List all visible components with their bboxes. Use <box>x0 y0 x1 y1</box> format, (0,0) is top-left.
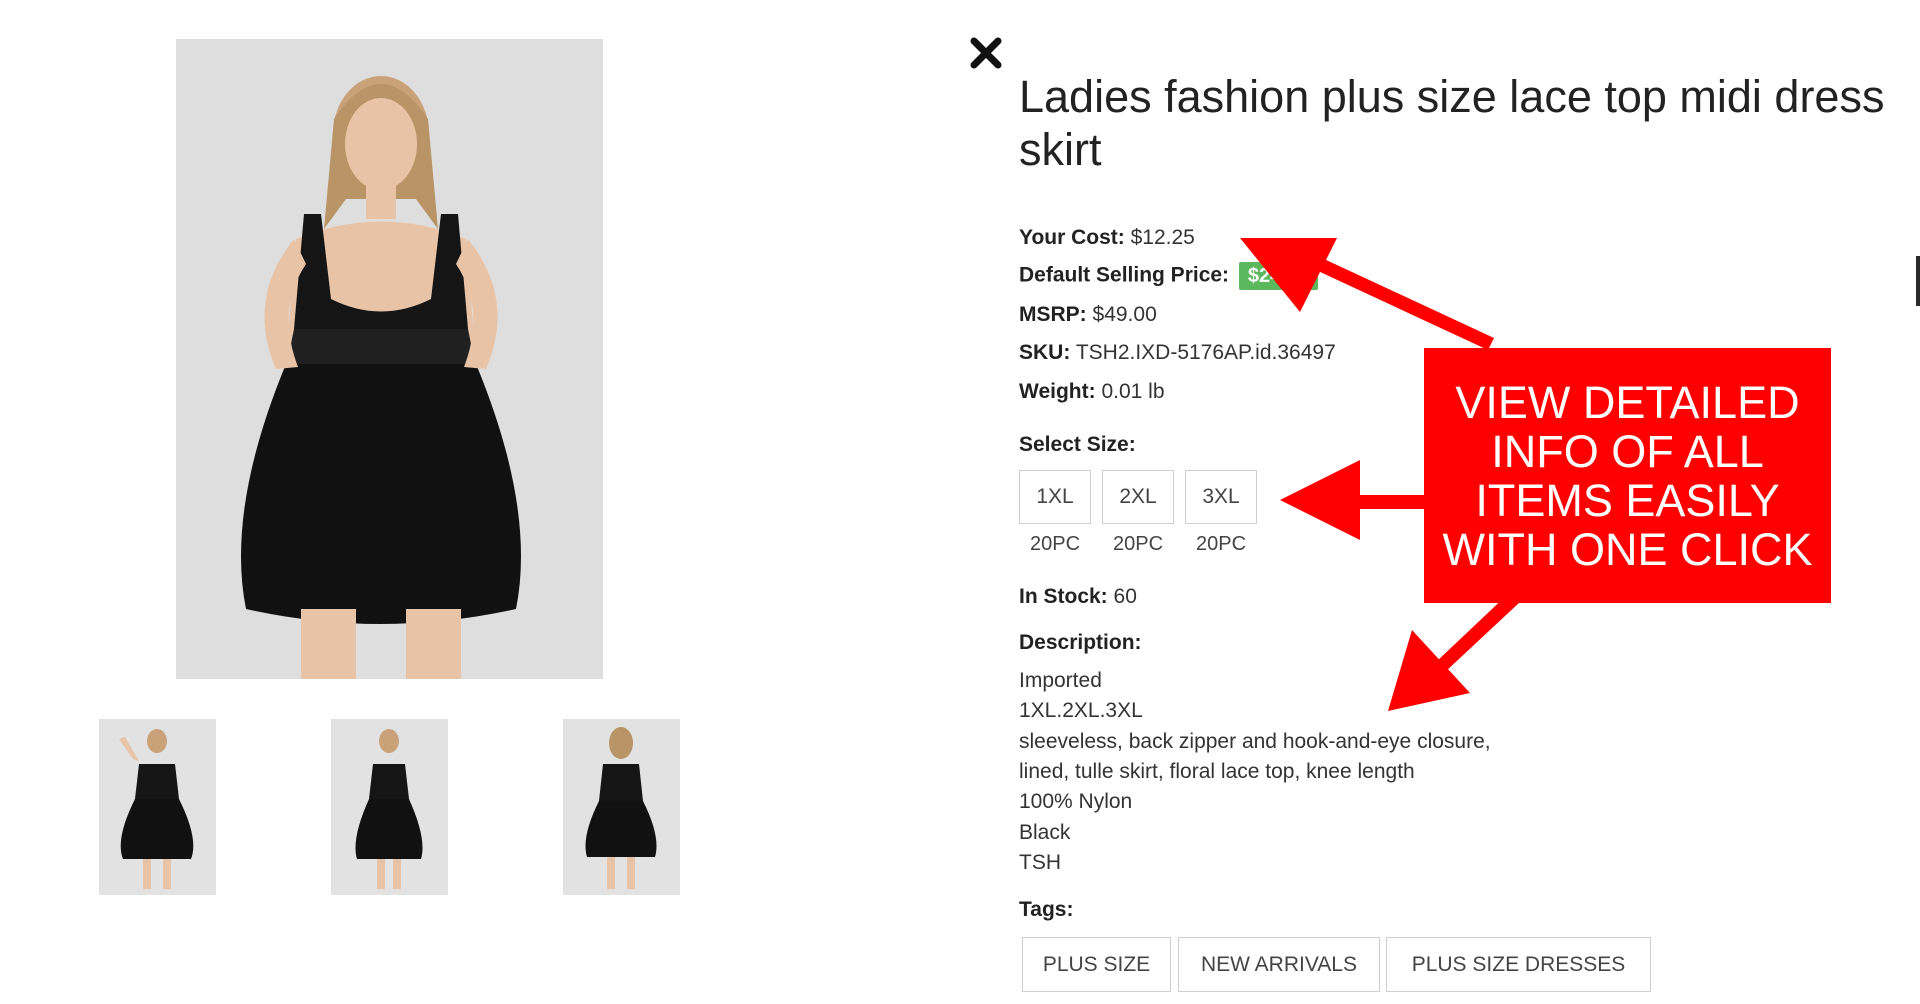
description-line: Imported <box>1019 669 1102 692</box>
in-stock-row: In Stock: 60 <box>1019 584 1137 610</box>
thumbnail-front-side <box>331 719 448 895</box>
callout-banner: VIEW DETAILED INFO OF ALL ITEMS EASILY W… <box>1424 348 1831 603</box>
weight-row: Weight: 0.01 lb <box>1019 379 1165 405</box>
msrp-row: MSRP: $49.00 <box>1019 302 1157 328</box>
msrp-label: MSRP: <box>1019 303 1087 326</box>
edge-scroll-indicator <box>1916 256 1920 306</box>
size-option-2xl[interactable]: 2XL <box>1102 470 1174 524</box>
callout-line: WITH ONE CLICK <box>1442 523 1813 575</box>
sku-value: TSH2.IXD-5176AP.id.36497 <box>1075 341 1336 364</box>
tag-plus-size-dresses[interactable]: PLUS SIZE DRESSES <box>1386 937 1651 992</box>
tags-label: Tags: <box>1019 898 1074 921</box>
size-option-3xl[interactable]: 3XL <box>1185 470 1257 524</box>
dress-photo <box>176 39 603 679</box>
size-option-1xl[interactable]: 1XL <box>1019 470 1091 524</box>
description-line: 100% Nylon <box>1019 790 1133 813</box>
close-icon[interactable] <box>969 36 1003 70</box>
default-price-label: Default Selling Price: <box>1019 263 1230 287</box>
description-label: Description: <box>1019 631 1142 654</box>
description-heading: Description: <box>1019 630 1142 656</box>
your-cost-value: $12.25 <box>1130 226 1195 249</box>
in-stock-label: In Stock: <box>1019 585 1108 608</box>
thumbnail-front <box>99 719 216 895</box>
callout-line: ITEMS EASILY <box>1475 474 1780 526</box>
sku-label: SKU: <box>1019 341 1071 364</box>
product-title-line-2: skirt <box>1019 124 1102 175</box>
size-qty-1xl: 20PC <box>1029 533 1081 555</box>
tag-new-arrivals[interactable]: NEW ARRIVALS <box>1178 937 1380 992</box>
thumbnail-back <box>563 719 680 895</box>
weight-value: 0.01 lb <box>1101 380 1165 403</box>
default-price-row: Default Selling Price: $24.50 <box>1019 262 1319 290</box>
product-thumbnail-1[interactable] <box>99 719 216 895</box>
product-title-line-1: Ladies fashion plus size lace top midi d… <box>1019 71 1885 122</box>
description-line: Black <box>1019 821 1071 844</box>
default-price-badge: $24.50 <box>1238 262 1319 290</box>
tags-heading: Tags: <box>1019 897 1073 923</box>
your-cost-row: Your Cost: $12.25 <box>1019 225 1195 251</box>
main-product-photo <box>176 39 603 679</box>
weight-label: Weight: <box>1019 380 1096 403</box>
size-qty-3xl: 20PC <box>1195 533 1247 555</box>
callout-line: INFO OF ALL <box>1491 425 1764 477</box>
select-size-label: Select Size: <box>1019 433 1136 456</box>
tag-plus-size[interactable]: PLUS SIZE <box>1022 937 1171 992</box>
size-qty-2xl: 20PC <box>1112 533 1164 555</box>
product-thumbnail-3[interactable] <box>563 719 680 895</box>
description-line: TSH <box>1019 851 1061 874</box>
description-line: lined, tulle skirt, floral lace top, kne… <box>1019 760 1415 783</box>
description-line: 1XL.2XL.3XL <box>1019 699 1143 722</box>
in-stock-value: 60 <box>1113 585 1137 608</box>
your-cost-label: Your Cost: <box>1019 226 1125 249</box>
product-title: Ladies fashion plus size lace top midi d… <box>1019 70 1920 176</box>
msrp-value: $49.00 <box>1092 303 1157 326</box>
description-line: sleeveless, back zipper and hook-and-eye… <box>1019 730 1491 753</box>
callout-line: VIEW DETAILED <box>1455 376 1800 428</box>
product-thumbnail-2[interactable] <box>331 719 448 895</box>
sku-row: SKU: TSH2.IXD-5176AP.id.36497 <box>1019 340 1336 366</box>
select-size-heading: Select Size: <box>1019 432 1136 458</box>
